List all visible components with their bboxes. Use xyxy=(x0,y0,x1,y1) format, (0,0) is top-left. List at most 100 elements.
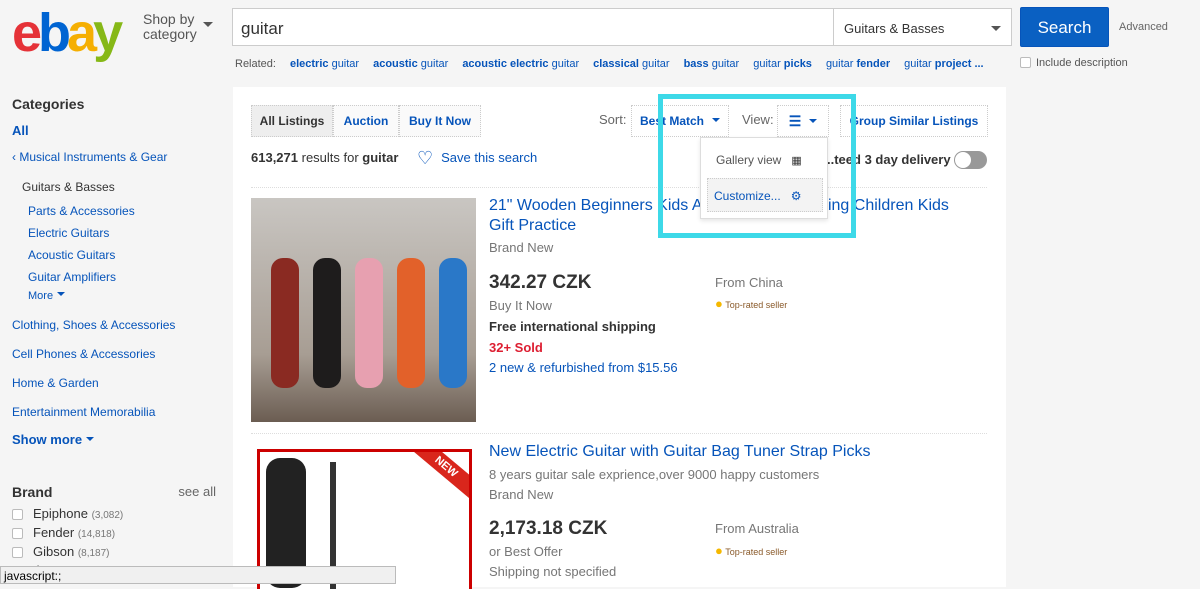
brand-filter[interactable]: Epiphone (3,082) xyxy=(12,506,222,521)
category-link[interactable]: Cell Phones & Accessories xyxy=(12,347,222,361)
related-label: Related: xyxy=(235,58,276,70)
tab-buy-it-now[interactable]: Buy It Now xyxy=(399,105,481,137)
category-link[interactable]: Entertainment Memorabilia xyxy=(12,405,222,419)
chevron-down-icon xyxy=(991,26,1001,36)
category-parent-label: Musical Instruments & Gear xyxy=(19,150,168,164)
brand-count: (3,082) xyxy=(91,510,124,521)
seller-label: Top-rated seller xyxy=(725,547,788,557)
new-badge: NEW xyxy=(405,452,469,503)
show-more-link[interactable]: Show more xyxy=(12,432,222,447)
link-part: fender xyxy=(856,58,891,70)
related-searches: Related: electric guitar acoustic guitar ac… xyxy=(235,58,984,70)
link-part: guitar xyxy=(904,58,935,70)
subcategory-link[interactable]: Acoustic Guitars xyxy=(28,248,222,262)
checkbox[interactable] xyxy=(12,547,23,558)
category-select-value: Guitars & Basses xyxy=(844,21,945,36)
category-all[interactable]: All xyxy=(12,123,222,138)
ebay-logo[interactable]: ebay xyxy=(12,2,123,64)
category-label: category xyxy=(143,26,197,42)
checkbox[interactable] xyxy=(1020,57,1031,68)
subtitle: 8 years guitar sale exprience,over 9000 … xyxy=(489,467,820,482)
checkbox[interactable] xyxy=(12,509,23,520)
status-bar: javascript:; xyxy=(0,566,396,584)
price: 342.27 CZK xyxy=(489,272,592,293)
logo-letter: a xyxy=(67,3,97,63)
related-search-link[interactable]: acoustic electric guitar xyxy=(462,58,579,70)
save-search-label: Save this search xyxy=(441,150,538,165)
refurbished-link[interactable]: 2 new & refurbished from $15.56 xyxy=(489,360,678,375)
link-part: guitar xyxy=(753,58,784,70)
brand-name: Gibson xyxy=(33,544,75,559)
brand-name: Epiphone xyxy=(33,506,88,521)
category-link[interactable]: Home & Garden xyxy=(12,376,222,390)
link-part: guitar xyxy=(548,58,580,70)
subcategory-link[interactable]: Guitar Amplifiers xyxy=(28,270,222,284)
save-search-link[interactable]: ♡ Save this search xyxy=(417,148,537,169)
top-rated-seller: ● Top-rated seller xyxy=(715,543,787,558)
highlight-box xyxy=(658,94,856,238)
related-search-link[interactable]: bass guitar xyxy=(684,58,740,70)
price: 2,173.18 CZK xyxy=(489,518,608,539)
shipping: Free international shipping xyxy=(489,319,656,334)
link-part: guitar xyxy=(328,58,360,70)
link-part: classical xyxy=(593,58,639,70)
advanced-search-link[interactable]: Advanced xyxy=(1119,21,1168,33)
chevron-down-icon xyxy=(57,292,66,300)
related-search-link[interactable]: acoustic guitar xyxy=(373,58,448,70)
listing-title[interactable]: New Electric Guitar with Guitar Bag Tune… xyxy=(489,442,870,462)
category-select[interactable]: Guitars & Basses xyxy=(834,8,1012,46)
related-search-link[interactable]: guitar picks xyxy=(753,58,812,70)
link-part: bass xyxy=(683,58,709,70)
tab-auction[interactable]: Auction xyxy=(333,105,399,137)
more-link[interactable]: More xyxy=(28,290,222,302)
group-similar-button[interactable]: Group Similar Listings xyxy=(840,105,988,137)
top-rated-badge-icon: ● xyxy=(715,296,723,311)
search-button[interactable]: Search xyxy=(1020,7,1109,47)
subcategory-link[interactable]: Parts & Accessories xyxy=(28,204,222,218)
logo-letter: e xyxy=(12,3,42,63)
item-location: From China xyxy=(715,275,783,290)
related-search-link[interactable]: electric guitar xyxy=(290,58,359,70)
show-more-label: Show more xyxy=(12,432,83,447)
category-current: Guitars & Basses xyxy=(22,180,115,194)
related-search-link[interactable]: guitar project ... xyxy=(904,58,983,70)
item-location: From Australia xyxy=(715,521,799,536)
link-part: guitar xyxy=(417,58,449,70)
brand-name: Fender xyxy=(33,525,75,540)
condition: Brand New xyxy=(489,487,554,502)
logo-letter: b xyxy=(38,3,71,63)
link-part: project ... xyxy=(934,58,984,70)
category-parent[interactable]: ‹ Musical Instruments & Gear xyxy=(12,150,222,164)
brand-filter[interactable]: Fender (14,818) xyxy=(12,525,222,540)
top-rated-seller: ● Top-rated seller xyxy=(715,296,787,311)
heart-icon: ♡ xyxy=(417,148,434,168)
chevron-down-icon xyxy=(86,437,95,445)
related-search-link[interactable]: guitar fender xyxy=(826,58,890,70)
include-description-label: Include description xyxy=(1036,57,1128,69)
results-panel: All Listings Auction Buy It Now Sort: Be… xyxy=(233,87,1006,589)
checkbox[interactable] xyxy=(12,528,23,539)
brand-filter[interactable]: Gibson (8,187) xyxy=(12,544,222,559)
brand-count: (14,818) xyxy=(77,529,116,540)
link-part: electric xyxy=(289,58,329,70)
shipping: Shipping not specified xyxy=(489,564,617,579)
see-all-link[interactable]: see all xyxy=(178,484,216,499)
tab-all-listings[interactable]: All Listings xyxy=(251,105,333,137)
results-count: 613,271 results for guitar xyxy=(251,150,398,165)
buying-format: or Best Offer xyxy=(489,544,563,559)
query: guitar xyxy=(362,150,399,165)
delivery-toggle[interactable] xyxy=(954,151,987,169)
category-link[interactable]: Clothing, Shoes & Accessories xyxy=(12,318,222,332)
seller-label: Top-rated seller xyxy=(725,300,788,310)
brand-count: (8,187) xyxy=(77,548,110,559)
search-input[interactable]: guitar xyxy=(232,8,834,46)
subcategory-link[interactable]: Electric Guitars xyxy=(28,226,222,240)
include-description-checkbox[interactable]: Include description xyxy=(1020,57,1128,69)
link-part: picks xyxy=(783,58,812,70)
shop-by-category-button[interactable]: Shop by category xyxy=(143,12,213,42)
link-part: acoustic xyxy=(373,58,418,70)
condition: Brand New xyxy=(489,240,554,255)
listing-image[interactable] xyxy=(251,198,476,422)
count: 613,271 xyxy=(251,150,298,165)
related-search-link[interactable]: classical guitar xyxy=(593,58,669,70)
